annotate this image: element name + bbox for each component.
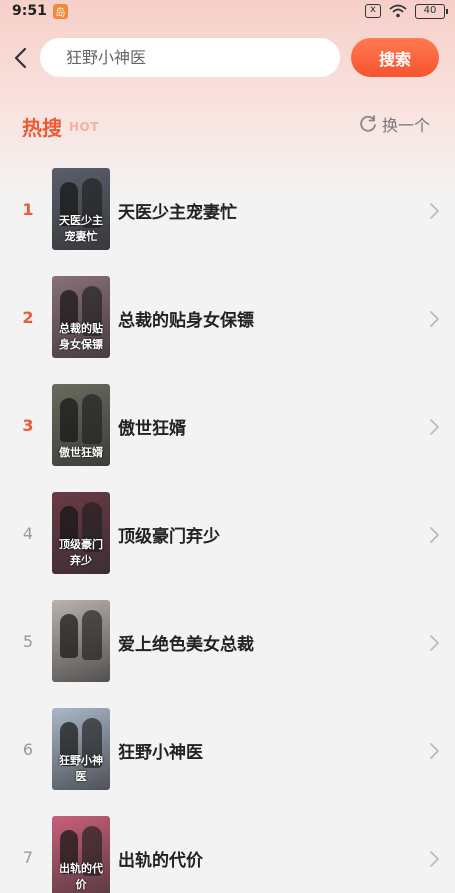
refresh-button[interactable]: 换一个: [358, 112, 430, 136]
book-cover[interactable]: 狂野小神医: [52, 708, 110, 790]
book-title[interactable]: 总裁的贴身女保镖: [118, 306, 254, 331]
cover-title-text: 傲世狂婿: [59, 446, 103, 459]
cover-title-text: 总裁的贴身女保镖: [59, 322, 103, 351]
book-cover[interactable]: 出轨的代价: [52, 816, 110, 893]
search-input[interactable]: [66, 48, 340, 67]
wifi-icon: [389, 4, 407, 18]
cover-title-text: 狂野小神医: [59, 754, 103, 783]
book-title[interactable]: 爱上绝色美女总裁: [118, 630, 254, 655]
search-bar: 搜索: [0, 36, 455, 80]
chevron-right-icon[interactable]: [428, 526, 440, 544]
rank-number: 1: [22, 200, 34, 219]
chevron-right-icon[interactable]: [428, 418, 440, 436]
book-title[interactable]: 天医少主宠妻忙: [118, 198, 237, 223]
refresh-icon: [360, 115, 376, 132]
rank-number: 7: [22, 848, 34, 867]
chevron-right-icon[interactable]: [428, 742, 440, 760]
hot-search-title: 热搜: [22, 116, 62, 140]
back-arrow-icon[interactable]: [10, 46, 32, 70]
chevron-right-icon[interactable]: [428, 310, 440, 328]
refresh-label: 换一个: [382, 116, 431, 135]
chevron-right-icon[interactable]: [428, 850, 440, 868]
book-title[interactable]: 傲世狂婿: [118, 414, 186, 439]
book-cover[interactable]: 顶级豪门弃少: [52, 492, 110, 574]
status-bar: 9:51 岛 x 40: [0, 0, 455, 22]
rank-number: 3: [22, 416, 34, 435]
rank-number: 6: [22, 740, 34, 759]
list-item[interactable]: 7 出轨的代价 出轨的代价: [0, 808, 455, 893]
book-cover[interactable]: [52, 600, 110, 682]
hot-label: HOT: [69, 120, 99, 134]
book-cover[interactable]: 傲世狂婿: [52, 384, 110, 466]
status-time: 9:51: [12, 3, 47, 19]
search-box[interactable]: [40, 38, 340, 77]
list-item[interactable]: 5 爱上绝色美女总裁: [0, 592, 455, 700]
book-title[interactable]: 狂野小神医: [118, 738, 203, 763]
search-button[interactable]: 搜索: [351, 38, 439, 77]
sim-icon: x: [365, 4, 381, 18]
rank-number: 4: [22, 524, 34, 543]
cover-figure: [60, 398, 78, 442]
list-item[interactable]: 3 傲世狂婿 傲世狂婿: [0, 376, 455, 484]
book-title[interactable]: 顶级豪门弃少: [118, 522, 220, 547]
rank-number: 2: [22, 308, 34, 327]
cover-figure: [82, 610, 102, 660]
list-item[interactable]: 1 天医少主宠妻忙 天医少主宠妻忙: [0, 160, 455, 268]
chevron-right-icon[interactable]: [428, 202, 440, 220]
cover-title-text: 顶级豪门弃少: [59, 538, 103, 567]
book-title[interactable]: 出轨的代价: [118, 846, 203, 871]
list-item[interactable]: 4 顶级豪门弃少 顶级豪门弃少: [0, 484, 455, 592]
chevron-right-icon[interactable]: [428, 634, 440, 652]
cover-figure: [60, 614, 78, 658]
list-item[interactable]: 2 总裁的贴身女保镖 总裁的贴身女保镖: [0, 268, 455, 376]
battery-indicator: 40: [415, 3, 448, 19]
book-cover[interactable]: 总裁的贴身女保镖: [52, 276, 110, 358]
cover-figure: [82, 394, 102, 444]
book-cover[interactable]: 天医少主宠妻忙: [52, 168, 110, 250]
app-notification-icon: 岛: [52, 3, 68, 19]
hot-search-header: 热搜 HOT 换一个: [0, 108, 455, 140]
cover-title-text: 天医少主宠妻忙: [59, 214, 103, 243]
list-item[interactable]: 6 狂野小神医 狂野小神医: [0, 700, 455, 808]
hot-search-list: 1 天医少主宠妻忙 天医少主宠妻忙 2 总裁的贴身女保镖 总裁的贴身女保镖 3 傲世狂婿 傲世狂…: [0, 160, 455, 893]
status-indicators: x 40: [365, 3, 448, 19]
rank-number: 5: [22, 632, 34, 651]
cover-title-text: 出轨的代价: [59, 862, 103, 891]
